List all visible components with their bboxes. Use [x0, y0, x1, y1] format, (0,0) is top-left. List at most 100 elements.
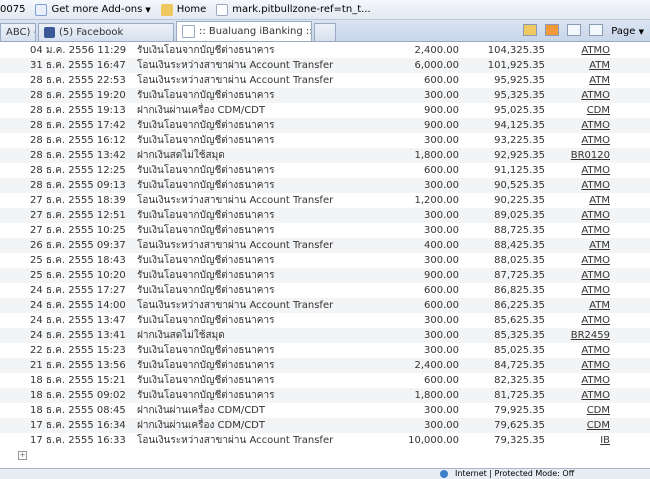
table-row: 18 ธ.ค. 2555 15:21 รับเงินโอนจากบัญชีต่าง…: [0, 373, 650, 388]
transaction-description: รับเงินโอนจากบัญชีต่างธนาคาร: [137, 315, 275, 326]
transaction-channel: BR0120: [545, 148, 650, 163]
channel-link[interactable]: ATMO: [581, 120, 610, 131]
channel-link[interactable]: ATMO: [581, 270, 610, 281]
transaction-description: ฝากเงินสดไม่ใช้สมุด: [137, 328, 367, 343]
table-row: 24 ธ.ค. 2555 13:47 รับเงินโอนจากบัญชีต่าง…: [0, 313, 650, 328]
mail-button[interactable]: [567, 23, 582, 39]
table-row: 26 ธ.ค. 2555 09:37 โอนเงินระหว่างสาขาผ่าน…: [0, 238, 650, 253]
transaction-balance: 85,625.35: [494, 315, 545, 326]
channel-link[interactable]: BR0120: [571, 150, 610, 161]
channel-link[interactable]: ATMO: [581, 225, 610, 236]
channel-link[interactable]: ATM: [589, 60, 610, 71]
facebook-icon: [44, 27, 55, 38]
table-row: 28 ธ.ค. 2555 12:25 รับเงินโอนจากบัญชีต่าง…: [0, 163, 650, 178]
transaction-channel: CDM: [545, 403, 650, 418]
table-row: 18 ธ.ค. 2555 08:45 ฝากเงินผ่านเครื่อง CDM…: [0, 403, 650, 418]
channel-link[interactable]: BR2459: [571, 330, 610, 341]
home-button[interactable]: [523, 23, 538, 39]
transaction-date: 24 ธ.ค. 2555 13:47: [30, 315, 126, 326]
transaction-description: รับเงินโอนจากบัญชีต่างธนาคาร: [137, 358, 367, 373]
transaction-date: 17 ธ.ค. 2555 16:33: [30, 435, 126, 446]
channel-link[interactable]: ATMO: [581, 390, 610, 401]
channel-link[interactable]: ATMO: [581, 165, 610, 176]
channel-link[interactable]: IB: [600, 435, 610, 446]
favorite-item-0075[interactable]: 0075: [0, 4, 25, 15]
transaction-channel: ATM: [545, 298, 650, 313]
table-row: 24 ธ.ค. 2555 14:00 โอนเงินระหว่างสาขาผ่าน…: [0, 298, 650, 313]
home-icon: [160, 3, 173, 16]
channel-link[interactable]: CDM: [587, 405, 610, 416]
transaction-description: รับเงินโอนจากบัญชีต่างธนาคาร: [137, 225, 275, 236]
transaction-amount: 2,400.00: [367, 358, 459, 373]
channel-link[interactable]: ATMO: [581, 360, 610, 371]
tab-bualuang-ibanking[interactable]: :: Bualuang iBanking ::✕: [176, 21, 312, 41]
transaction-channel: ATM: [545, 58, 650, 73]
table-row: 28 ธ.ค. 2555 16:12 รับเงินโอนจากบัญชีต่าง…: [0, 133, 650, 148]
channel-link[interactable]: ATMO: [581, 45, 610, 56]
table-row: 28 ธ.ค. 2555 22:53 โอนเงินระหว่างสาขาผ่าน…: [0, 73, 650, 88]
transaction-date: 25 ธ.ค. 2555 18:43: [30, 255, 126, 266]
transaction-date: 28 ธ.ค. 2555 17:42: [0, 118, 137, 133]
transaction-balance: 85,325.35: [459, 328, 545, 343]
transaction-balance: 86,225.35: [459, 298, 545, 313]
expand-icon[interactable]: +: [18, 451, 27, 460]
table-row: 28 ธ.ค. 2555 19:13 ฝากเงินผ่านเครื่อง CDM…: [0, 103, 650, 118]
feeds-button[interactable]: [545, 23, 560, 39]
transaction-description: โอนเงินระหว่างสาขาผ่าน Account Transfer: [137, 75, 334, 86]
channel-link[interactable]: ATMO: [581, 135, 610, 146]
transaction-date: 24 ธ.ค. 2555 13:41: [0, 328, 137, 343]
transaction-amount: 900.00: [367, 268, 459, 283]
transaction-channel: ATMO: [545, 253, 650, 268]
channel-link[interactable]: ATMO: [581, 375, 610, 386]
channel-link[interactable]: ATMO: [581, 315, 610, 326]
table-row: 04 ม.ค. 2556 11:29 รับเงินโอนจากบัญชีต่าง…: [0, 43, 650, 58]
transaction-balance: 84,725.35: [459, 358, 545, 373]
transaction-description: รับเงินโอนจากบัญชีต่างธนาคาร: [137, 255, 275, 266]
transaction-balance: 90,225.35: [494, 195, 545, 206]
table-row: 28 ธ.ค. 2555 09:13 รับเงินโอนจากบัญชีต่าง…: [0, 178, 650, 193]
transaction-amount: 600.00: [424, 375, 459, 386]
channel-link[interactable]: ATMO: [581, 180, 610, 191]
transaction-amount: 600.00: [424, 165, 459, 176]
channel-link[interactable]: ATM: [589, 240, 610, 251]
page-menu-button[interactable]: Page ▼: [611, 26, 644, 37]
transaction-balance: 86,825.35: [494, 285, 545, 296]
channel-link[interactable]: ATMO: [581, 285, 610, 296]
channel-link[interactable]: ATMO: [581, 345, 610, 356]
channel-link[interactable]: ATMO: [581, 255, 610, 266]
favorite-item-home[interactable]: Home: [160, 3, 206, 16]
transaction-balance: 92,925.35: [459, 148, 545, 163]
transaction-balance: 79,625.35: [459, 418, 545, 433]
transaction-balance: 93,225.35: [494, 135, 545, 146]
table-row: 28 ธ.ค. 2555 13:42 ฝากเงินสดไม่ใช้สมุด 1,8…: [0, 148, 650, 163]
channel-link[interactable]: ATMO: [581, 90, 610, 101]
transaction-description: โอนเงินระหว่างสาขาผ่าน Account Transfer: [137, 435, 334, 446]
favorite-item-addons[interactable]: Get more Add-ons ▼: [35, 3, 151, 16]
transaction-amount: 300.00: [424, 345, 459, 356]
tab-abc[interactable]: ABC) - ...: [0, 23, 36, 41]
transaction-description: รับเงินโอนจากบัญชีต่างธนาคาร: [137, 375, 275, 386]
channel-link[interactable]: ATM: [589, 195, 610, 206]
transaction-balance: 88,425.35: [459, 238, 545, 253]
transaction-channel: ATMO: [545, 223, 650, 238]
channel-link[interactable]: ATM: [589, 300, 610, 311]
transaction-description: ฝากเงินสดไม่ใช้สมุด: [137, 148, 367, 163]
transaction-date: 18 ธ.ค. 2555 08:45: [30, 405, 126, 416]
table-row: 17 ธ.ค. 2555 16:34 ฝากเงินผ่านเครื่อง CDM…: [0, 418, 650, 433]
print-button[interactable]: [589, 23, 604, 39]
transaction-date: 28 ธ.ค. 2555 12:25: [30, 165, 126, 176]
favorite-item-link[interactable]: mark.pitbullzone-ref=tn_t...: [216, 3, 371, 16]
new-tab-button[interactable]: [314, 23, 336, 41]
channel-link[interactable]: CDM: [587, 420, 610, 431]
transaction-description: รับเงินโอนจากบัญชีต่างธนาคาร: [137, 268, 367, 283]
table-row: 31 ธ.ค. 2555 16:47 โอนเงินระหว่างสาขาผ่าน…: [0, 58, 650, 73]
tab-facebook[interactable]: (5) Facebook: [38, 23, 174, 41]
transaction-date: 18 ธ.ค. 2555 15:21: [30, 375, 126, 386]
transaction-date: 24 ธ.ค. 2555 14:00: [0, 298, 137, 313]
channel-link[interactable]: ATMO: [581, 210, 610, 221]
command-bar: Page ▼: [523, 21, 650, 41]
channel-link[interactable]: ATM: [589, 75, 610, 86]
transaction-channel: ATMO: [545, 358, 650, 373]
channel-link[interactable]: CDM: [587, 105, 610, 116]
transaction-amount: 600.00: [367, 298, 459, 313]
